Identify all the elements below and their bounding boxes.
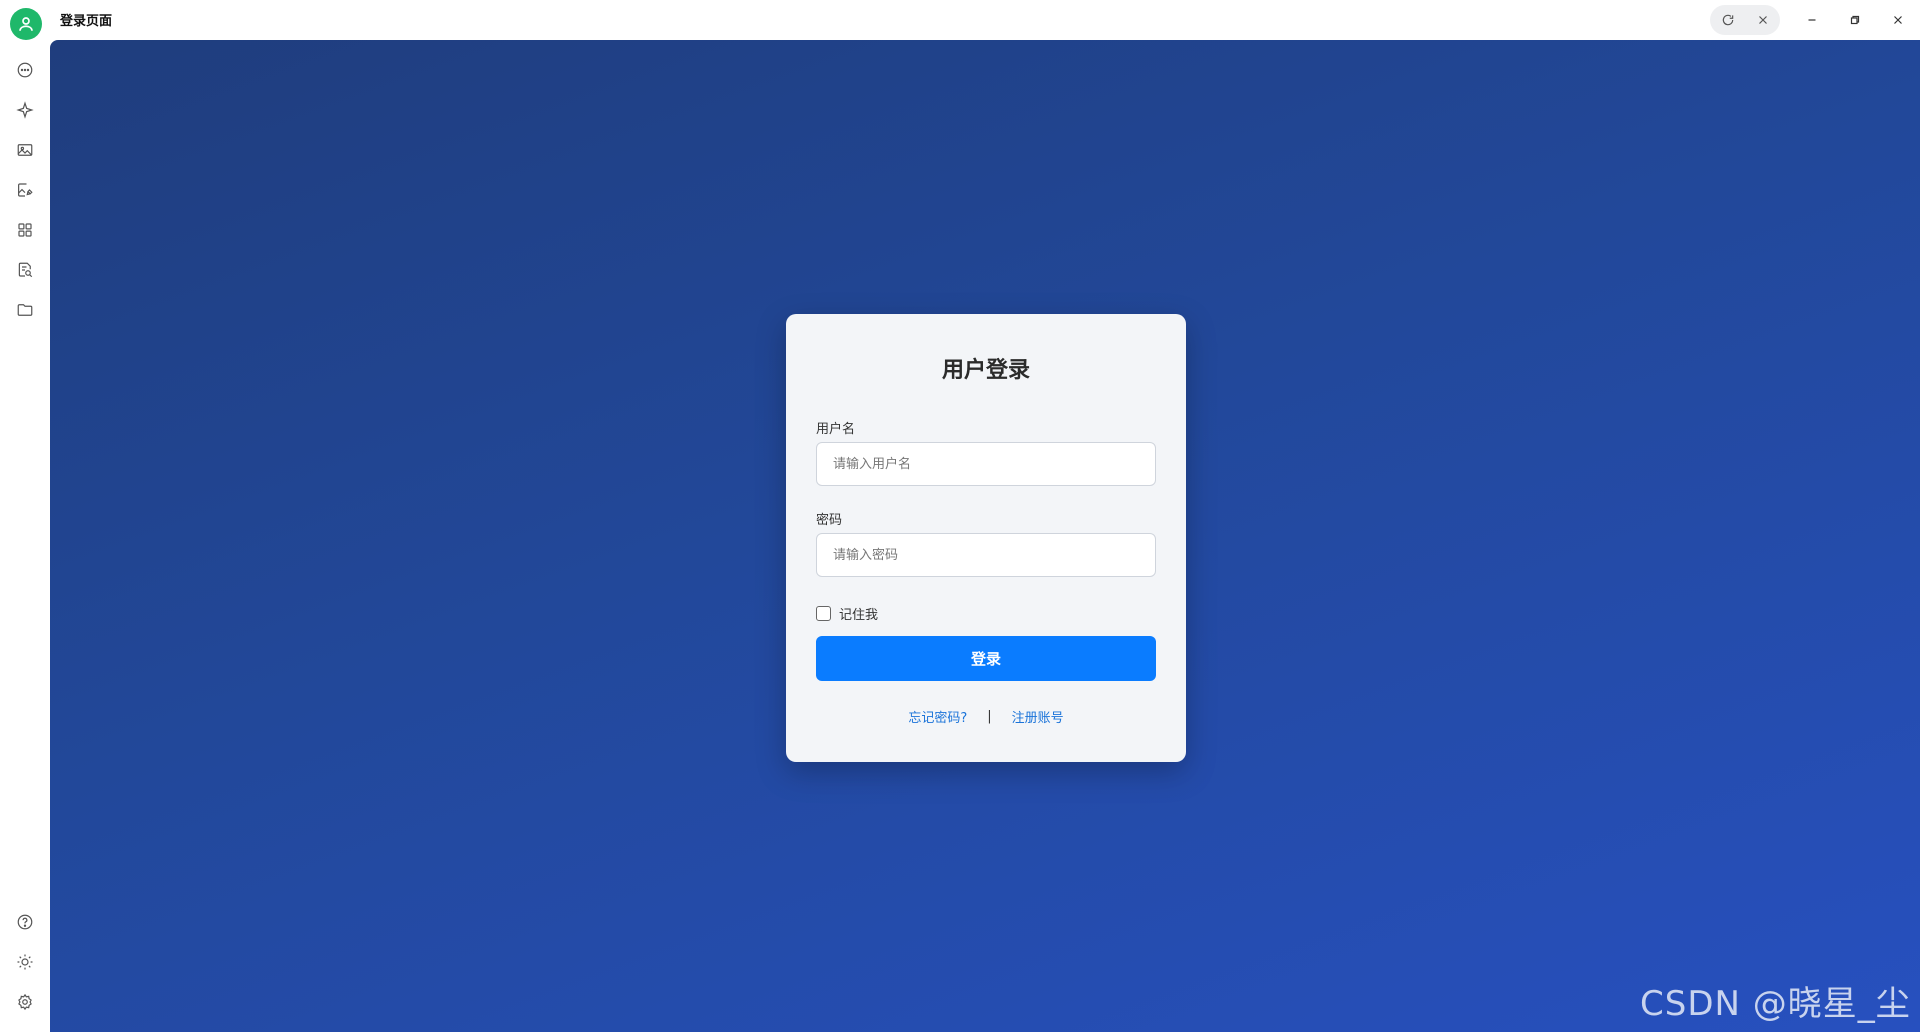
window-controls bbox=[1790, 5, 1920, 35]
document-search-icon bbox=[18, 262, 33, 278]
grid-apps-icon bbox=[18, 223, 32, 237]
user-icon bbox=[19, 17, 33, 31]
login-button[interactable]: 登录 bbox=[816, 636, 1156, 681]
main-content: 用户登录 用户名 密码 记住我 登录 忘记密码? | 注册账号 bbox=[50, 40, 1920, 1032]
username-label: 用户名 bbox=[816, 422, 856, 437]
sidebar-item-folder[interactable] bbox=[13, 298, 37, 322]
login-card: 用户登录 用户名 密码 记住我 登录 忘记密码? | 注册账号 bbox=[786, 314, 1186, 762]
sidebar-item-chat[interactable] bbox=[13, 58, 37, 82]
left-sidebar bbox=[0, 40, 50, 1032]
login-title: 用户登录 bbox=[941, 358, 1030, 383]
minimize-button[interactable] bbox=[1799, 7, 1825, 33]
tab-controls bbox=[1710, 5, 1780, 35]
sidebar-item-help[interactable] bbox=[13, 910, 37, 934]
window-title: 登录页面 bbox=[60, 14, 113, 29]
restore-icon bbox=[1850, 15, 1860, 25]
image-edit-icon bbox=[18, 183, 33, 197]
watermark: CSDN @晓星_尘 bbox=[1640, 984, 1911, 1024]
forgot-password-link[interactable]: 忘记密码? bbox=[908, 707, 967, 726]
close-icon bbox=[1758, 16, 1767, 24]
close-window-button[interactable] bbox=[1885, 7, 1911, 33]
image-icon bbox=[17, 144, 33, 156]
username-input[interactable] bbox=[816, 442, 1156, 486]
reload-button[interactable] bbox=[1715, 7, 1741, 33]
sidebar-item-theme[interactable] bbox=[13, 950, 37, 974]
sidebar-item-apps[interactable] bbox=[13, 218, 37, 242]
password-label: 密码 bbox=[816, 513, 843, 528]
sparkle-icon bbox=[16, 101, 34, 119]
sidebar-item-image-edit[interactable] bbox=[13, 178, 37, 202]
remember-me: 记住我 bbox=[816, 604, 878, 623]
register-link[interactable]: 注册账号 bbox=[1012, 707, 1064, 726]
user-avatar[interactable] bbox=[10, 8, 42, 40]
password-input[interactable] bbox=[816, 533, 1156, 577]
links-separator: | bbox=[987, 709, 992, 724]
minimize-icon bbox=[1808, 19, 1816, 21]
title-bar: 登录页面 bbox=[0, 0, 1920, 40]
sidebar-item-settings[interactable] bbox=[13, 990, 37, 1014]
close-tab-button[interactable] bbox=[1750, 7, 1776, 33]
chat-icon bbox=[17, 62, 33, 78]
folder-icon bbox=[17, 304, 33, 316]
sidebar-item-doc-search[interactable] bbox=[13, 258, 37, 282]
remember-me-label: 记住我 bbox=[839, 608, 879, 623]
reload-icon bbox=[1722, 14, 1733, 26]
help-icon bbox=[17, 914, 33, 930]
auth-links: 忘记密码? | 注册账号 bbox=[786, 707, 1186, 726]
sidebar-item-ai[interactable] bbox=[13, 98, 37, 122]
gear-icon bbox=[18, 993, 32, 1011]
close-icon bbox=[1894, 16, 1903, 24]
remember-me-checkbox[interactable] bbox=[816, 606, 831, 621]
sun-theme-icon bbox=[17, 954, 33, 970]
sidebar-item-images[interactable] bbox=[13, 138, 37, 162]
restore-button[interactable] bbox=[1842, 7, 1868, 33]
app-window: 登录页面 用户登录 用户名 请输入用户名 密码 记住我 登录 忘记密码? | 注… bbox=[0, 0, 1920, 1032]
